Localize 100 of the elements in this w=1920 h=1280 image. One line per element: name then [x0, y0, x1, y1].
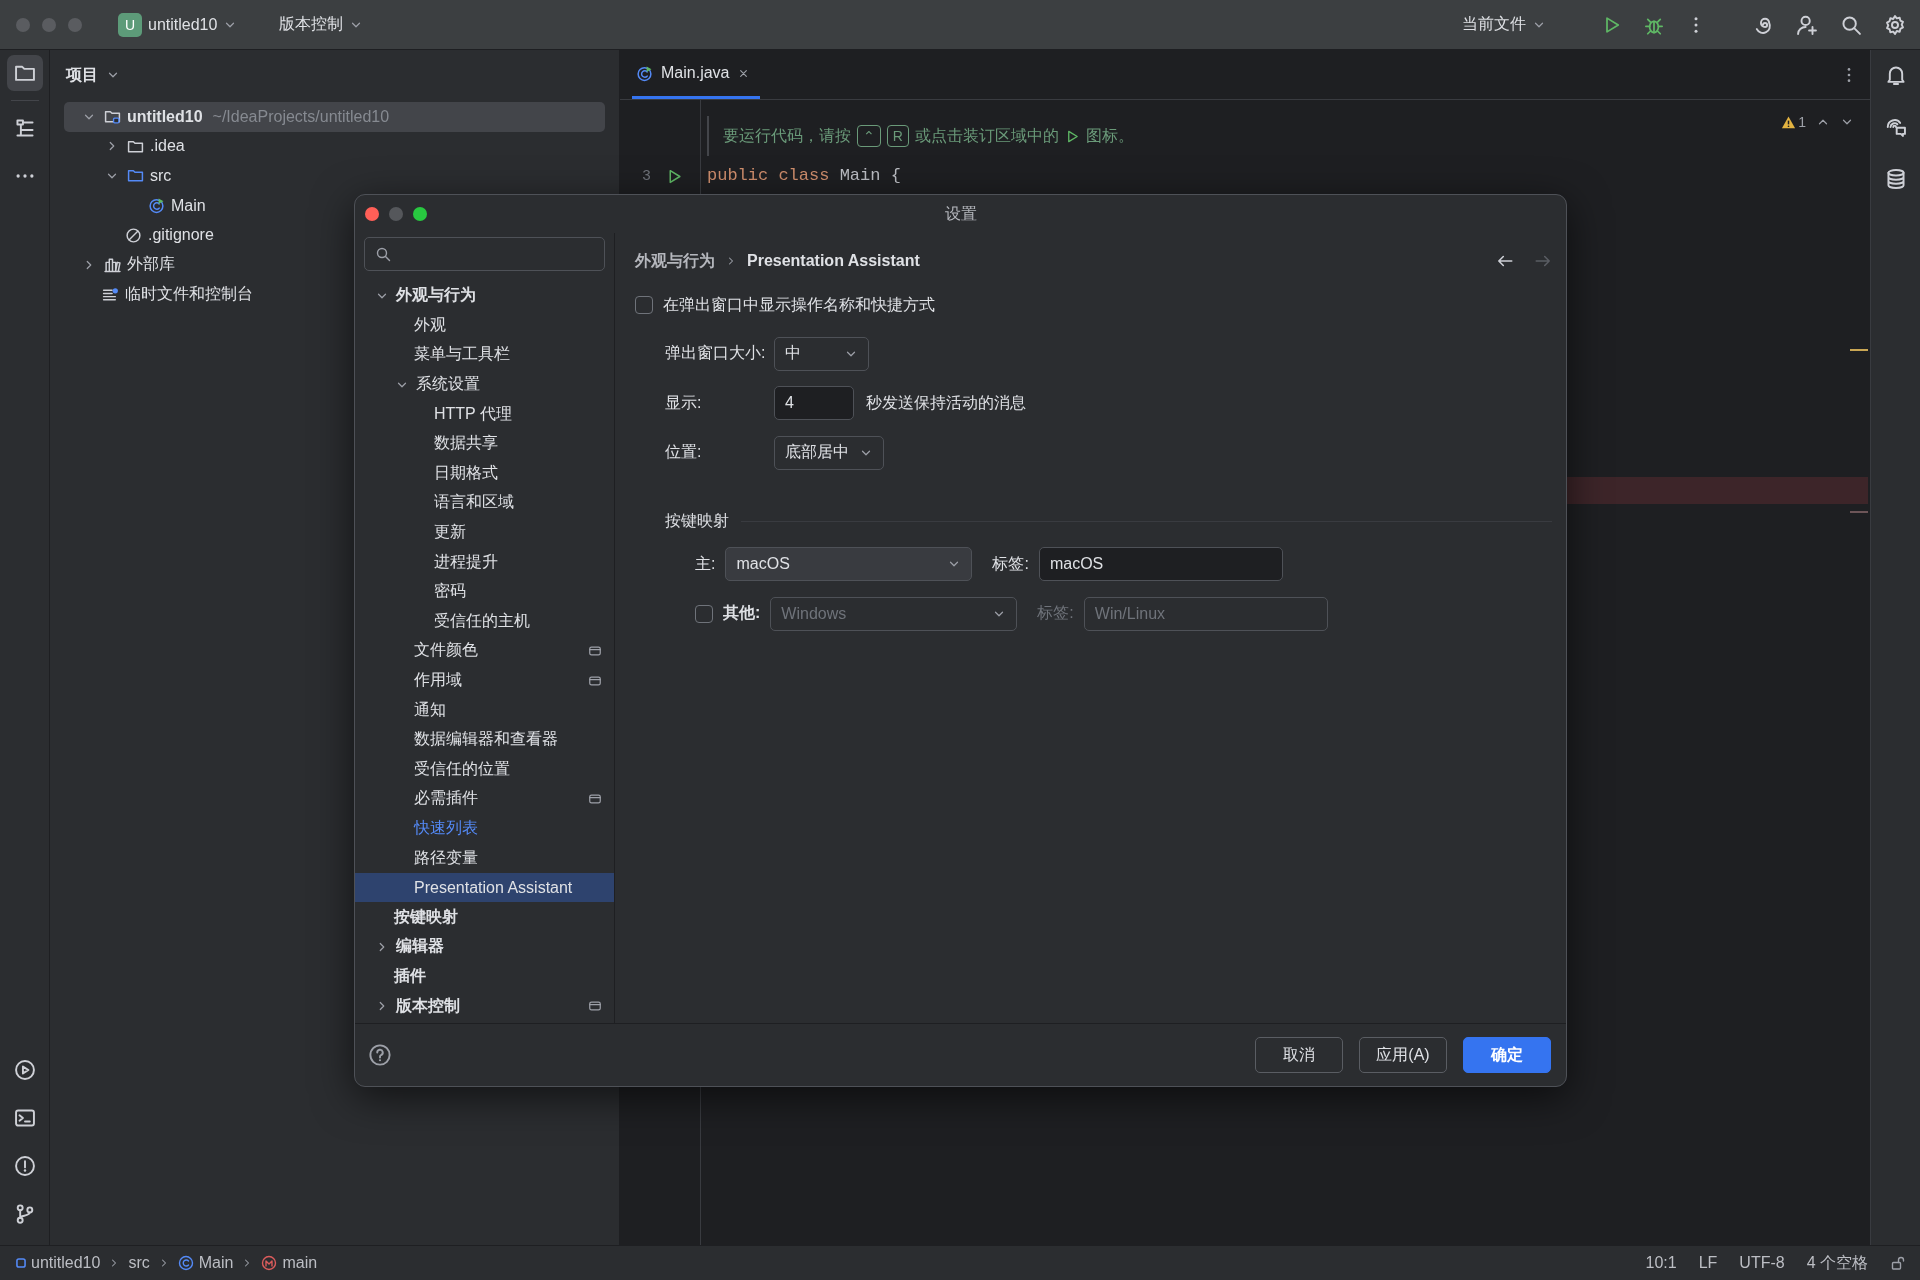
- hint-text: 要运行代码，请按: [723, 125, 851, 146]
- tree-item[interactable]: .idea: [64, 131, 605, 162]
- settings-nav-item[interactable]: 密码: [355, 576, 614, 607]
- status-item[interactable]: 4 个空格: [1806, 1252, 1868, 1274]
- settings-nav-item[interactable]: 按键映射: [355, 902, 614, 933]
- settings-nav-item[interactable]: 文件颜色: [355, 636, 614, 666]
- project-level-icon: [588, 643, 602, 658]
- warning-stripe: [1850, 349, 1868, 351]
- field-label: 弹出窗口大小:: [665, 343, 767, 364]
- settings-nav-item[interactable]: 数据共享: [355, 428, 614, 459]
- dialog-title: 设置: [944, 203, 977, 224]
- tree-item[interactable]: .gitignore: [64, 220, 605, 250]
- tree-item[interactable]: untitled10 ~/IdeaProjects/untitled10: [64, 102, 605, 132]
- breadcrumb-item[interactable]: src: [128, 1254, 150, 1272]
- warning-icon: [1781, 114, 1797, 130]
- window-control[interactable]: [365, 207, 379, 221]
- ignore-file-icon: [125, 226, 142, 244]
- settings-nav-item[interactable]: 受信任的主机: [355, 606, 614, 637]
- ok-button[interactable]: 确定: [1463, 1037, 1551, 1073]
- terminal-icon[interactable]: [13, 1107, 36, 1129]
- class-icon: [177, 1255, 194, 1271]
- settings-nav-item[interactable]: Presentation Assistant: [355, 872, 614, 903]
- line-number: 3: [642, 167, 652, 185]
- lock-icon[interactable]: [1890, 1255, 1906, 1271]
- project-level-icon: [588, 999, 602, 1014]
- settings-nav-item[interactable]: 编辑器: [355, 932, 614, 962]
- window-control[interactable]: [413, 207, 427, 221]
- project-name: untitled10: [148, 15, 218, 34]
- number-field[interactable]: 4: [774, 386, 854, 421]
- vcs-menu[interactable]: 版本控制: [271, 8, 372, 41]
- dialog-button[interactable]: 取消: [1255, 1037, 1343, 1073]
- status-item[interactable]: UTF-8: [1739, 1254, 1785, 1272]
- library-icon: [104, 256, 121, 274]
- dialog-button[interactable]: 应用(A): [1359, 1037, 1447, 1073]
- run-config-selector[interactable]: 当前文件: [1454, 8, 1554, 41]
- help-icon[interactable]: [369, 1044, 391, 1066]
- settings-nav-item[interactable]: 更新: [355, 517, 614, 548]
- settings-nav-item[interactable]: 快速列表: [355, 813, 614, 844]
- checkbox[interactable]: [635, 296, 653, 314]
- field-suffix: 秒发送保持活动的消息: [866, 392, 1026, 413]
- dropdown[interactable]: macOS: [725, 547, 973, 582]
- tree-item[interactable]: Main: [64, 190, 605, 221]
- file-tab[interactable]: Main.java: [632, 50, 761, 99]
- settings-nav-item[interactable]: 菜单与工具栏: [355, 340, 614, 370]
- problems-icon[interactable]: [13, 1155, 36, 1177]
- project-selector[interactable]: U untitled10: [110, 6, 246, 43]
- settings-nav-item[interactable]: 插件: [355, 961, 614, 992]
- settings-nav-item[interactable]: 版本控制: [355, 991, 614, 1021]
- tree-item[interactable]: src: [64, 161, 605, 191]
- class-icon: [148, 197, 165, 215]
- settings-nav-item[interactable]: HTTP 代理: [355, 399, 614, 429]
- dropdown[interactable]: 中: [774, 336, 869, 371]
- key-cap: R: [886, 125, 909, 147]
- dropdown[interactable]: 底部居中: [774, 435, 884, 470]
- settings-nav-item[interactable]: 必需插件: [355, 784, 614, 814]
- run-config-label: 当前文件: [1462, 14, 1526, 34]
- chat-icon[interactable]: [1884, 116, 1907, 138]
- hint-text: 图标。: [1085, 125, 1134, 146]
- settings-nav-item[interactable]: 语言和区域: [355, 488, 614, 518]
- breadcrumb-item[interactable]: Main: [177, 1254, 234, 1272]
- module-folder-icon: [104, 108, 121, 126]
- settings-nav-item[interactable]: 外观与行为: [355, 281, 614, 311]
- settings-nav-item[interactable]: 路径变量: [355, 843, 614, 873]
- settings-nav-item[interactable]: 数据编辑器和查看器: [355, 724, 614, 755]
- database-icon[interactable]: [1884, 168, 1907, 190]
- field-label: 标签:: [992, 553, 1029, 574]
- scratch-list-icon: [102, 285, 119, 303]
- vcs-label: 版本控制: [279, 14, 344, 34]
- text-field[interactable]: macOS: [1038, 547, 1283, 582]
- run-icon[interactable]: [13, 1059, 36, 1081]
- settings-nav-item[interactable]: 进程提升: [355, 547, 614, 577]
- checkbox-label: 在弹出窗口中显示操作名称和快捷方式: [663, 294, 935, 315]
- settings-nav-item[interactable]: 日期格式: [355, 458, 614, 489]
- breadcrumb-item[interactable]: 外观与行为: [635, 250, 715, 272]
- settings-nav-item[interactable]: 外观: [355, 310, 614, 341]
- breadcrumb-item[interactable]: main: [261, 1254, 318, 1272]
- structure-icon[interactable]: [13, 117, 36, 139]
- section-title: 按键映射: [665, 511, 729, 531]
- tree-item[interactable]: 外部库: [64, 249, 605, 280]
- settings-nav-item[interactable]: 系统设置: [355, 369, 614, 400]
- add-user-icon[interactable]: [1796, 13, 1818, 36]
- breadcrumb-item[interactable]: untitled10: [16, 1254, 101, 1272]
- project-level-icon: [588, 673, 602, 688]
- settings-nav-item[interactable]: 通知: [355, 695, 614, 725]
- status-item[interactable]: LF: [1698, 1254, 1718, 1272]
- breadcrumb-item: Presentation Assistant: [747, 252, 920, 270]
- folder-icon: [127, 167, 144, 185]
- settings-nav-item[interactable]: 作用域: [355, 665, 614, 696]
- error-stripe: [1850, 511, 1868, 513]
- status-item[interactable]: 10:1: [1645, 1254, 1677, 1272]
- settings-nav-item[interactable]: 受信任的位置: [355, 754, 614, 785]
- settings-icon[interactable]: [1884, 13, 1906, 36]
- search-icon[interactable]: [1840, 13, 1862, 36]
- project-badge: U: [118, 12, 142, 37]
- folder-icon[interactable]: [6, 55, 43, 91]
- search-field[interactable]: [364, 237, 605, 271]
- warning-counter[interactable]: 1: [1781, 114, 1806, 130]
- class-icon: [636, 64, 653, 82]
- panel-title-text: 项目: [66, 64, 98, 85]
- project-level-icon: [588, 791, 602, 806]
